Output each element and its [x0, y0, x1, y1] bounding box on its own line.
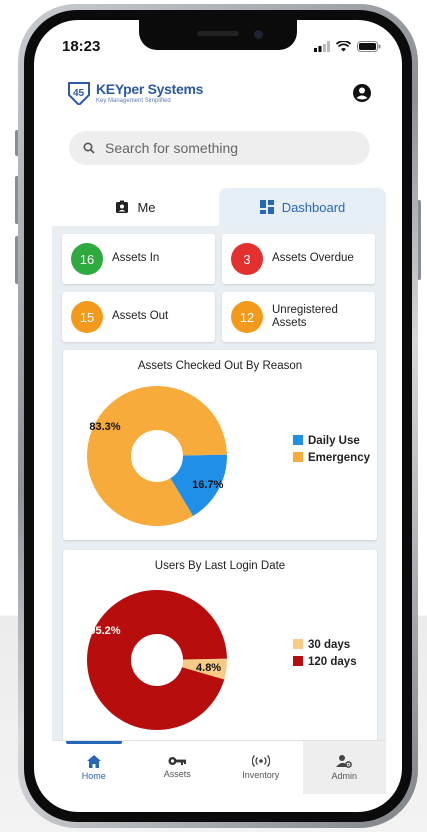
stat-assets-in[interactable]: 16 Assets In	[62, 234, 215, 284]
key-icon	[168, 757, 187, 765]
chart-title: Assets Checked Out By Reason	[137, 360, 303, 372]
search-icon	[83, 142, 95, 154]
stat-count: 15	[71, 301, 103, 333]
reason-donut-chart: 16.7% 83.3% Daily Use Emergency	[87, 386, 371, 526]
notch	[139, 20, 297, 50]
tab-me-label: Me	[137, 199, 156, 215]
dashboard-panel: 16 Assets In 3 Assets Overdue 15 Assets …	[52, 226, 386, 740]
stat-label: Assets Overdue	[272, 252, 354, 265]
stat-count: 12	[231, 301, 263, 333]
stat-unregistered-assets[interactable]: 12 Unregistered Assets	[222, 292, 375, 342]
chart-card-reason: Assets Checked Out By Reason 16.7% 83.3% D…	[63, 350, 377, 540]
status-icons	[314, 40, 381, 52]
login-donut-chart: 4.8% 95.2% 30 days 120 days	[87, 589, 357, 730]
brand-tagline: Key Management Simplified	[96, 98, 171, 104]
nav-admin-label: Admin	[331, 771, 357, 781]
stat-label: Assets Out	[112, 310, 169, 323]
status-time: 18:23	[62, 37, 101, 55]
nav-home-label: Home	[81, 770, 106, 781]
home-icon	[86, 754, 101, 768]
tab-dashboard[interactable]: Dashboard	[219, 188, 386, 226]
stat-count: 16	[71, 243, 103, 275]
dashboard-icon	[259, 200, 274, 214]
chart-card-login: Users By Last Login Date 4.8% 95.2% 30 day…	[63, 550, 377, 740]
stat-count: 3	[231, 243, 263, 275]
legend-label: Daily Use	[308, 435, 360, 447]
nav-home[interactable]: Home	[52, 741, 136, 794]
search-placeholder: Search for something	[105, 140, 239, 156]
keyper-logo-icon: 45	[68, 82, 90, 105]
badge-icon	[116, 200, 129, 213]
tab-bar: Me Dashboard	[52, 188, 386, 226]
stat-label: Assets In	[112, 252, 160, 265]
nav-assets-label: Assets	[163, 769, 191, 779]
battery-icon	[357, 40, 381, 52]
admin-icon	[336, 755, 353, 768]
legend-label: Emergency	[308, 452, 371, 464]
profile-button[interactable]	[351, 82, 373, 104]
stat-assets-overdue[interactable]: 3 Assets Overdue	[222, 234, 375, 284]
nav-assets[interactable]: Assets	[136, 741, 220, 794]
signal-icon	[314, 40, 330, 52]
nav-inventory-label: Inventory	[242, 770, 280, 780]
nav-admin[interactable]: Admin	[302, 741, 386, 794]
legend-swatch	[293, 435, 303, 445]
rfid-icon	[251, 755, 270, 767]
app-header: 45 KEYper Systems Key Management Simplif…	[66, 76, 373, 110]
svg-text:45: 45	[73, 88, 85, 99]
bottom-nav: Home Assets Inventory Admin	[52, 740, 386, 794]
tab-me[interactable]: Me	[52, 188, 219, 226]
legend-swatch	[293, 656, 303, 666]
chart-title: Users By Last Login Date	[154, 560, 286, 572]
legend-label: 120 days	[308, 656, 357, 668]
pie-data-label: 83.3%	[89, 421, 120, 433]
brand-logo[interactable]: 45 KEYper Systems Key Management Simplif…	[66, 81, 203, 105]
brand-name: KEYper Systems	[96, 81, 204, 97]
stat-assets-out[interactable]: 15 Assets Out	[62, 292, 215, 342]
legend-label: 30 days	[308, 639, 350, 651]
legend-swatch	[293, 639, 303, 649]
legend-swatch	[293, 452, 303, 462]
wifi-icon	[336, 40, 351, 51]
pie-data-label: 16.7%	[192, 479, 223, 491]
stat-label: Unregistered Assets	[272, 303, 338, 329]
account-icon	[353, 84, 371, 102]
nav-inventory[interactable]: Inventory	[219, 741, 303, 794]
pie-data-label: 4.8%	[196, 662, 221, 674]
search-input[interactable]: Search for something	[69, 131, 370, 165]
pie-data-label: 95.2%	[89, 625, 120, 637]
tab-dashboard-label: Dashboard	[281, 199, 346, 215]
